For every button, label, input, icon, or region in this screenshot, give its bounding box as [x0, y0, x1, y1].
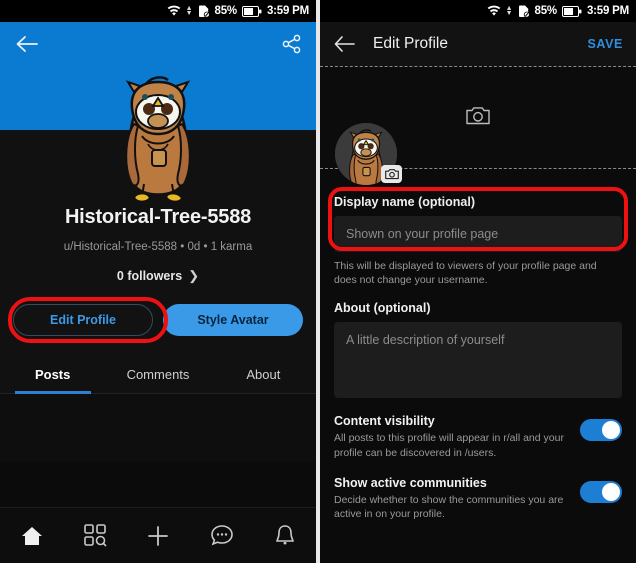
- bottom-navigation: [0, 507, 316, 563]
- show-active-communities-desc: Decide whether to show the communities y…: [334, 493, 564, 520]
- profile-meta: u/Historical-Tree-5588 • 0d • 1 karma: [63, 241, 253, 253]
- avatar-owl-illustration: [125, 76, 191, 203]
- save-button[interactable]: SAVE: [587, 37, 623, 51]
- notifications-bell-icon[interactable]: [274, 524, 296, 548]
- display-name-label: Display name (optional): [334, 195, 475, 209]
- profile-banner: [0, 22, 316, 203]
- tab-comments[interactable]: Comments: [105, 358, 210, 393]
- home-icon[interactable]: [20, 525, 44, 547]
- edit-profile-header: Edit Profile SAVE: [320, 22, 636, 66]
- back-arrow-icon[interactable]: [14, 34, 40, 54]
- style-avatar-button[interactable]: Style Avatar: [163, 304, 303, 336]
- page-title: Historical-Tree-5588: [64, 206, 252, 228]
- avatar[interactable]: [98, 64, 218, 209]
- status-bar-right: ▲ ▼ 85% 3:59 PM: [320, 0, 636, 22]
- display-name-input[interactable]: Shown on your profile page: [334, 216, 622, 252]
- wifi-icon: [167, 5, 181, 17]
- content-visibility-toggle[interactable]: [580, 419, 622, 442]
- page-title: Edit Profile: [373, 35, 448, 52]
- left-phone-screen: ▲ ▼ 85% 3:59 PM Historical-Tree-5588 u/H…: [0, 0, 316, 563]
- battery-icon: [241, 5, 262, 17]
- tab-about[interactable]: About: [211, 358, 316, 393]
- chevron-right-icon: ❯: [188, 268, 200, 283]
- sd-card-off-icon: [518, 5, 530, 18]
- right-phone-screen: ▲ ▼ 85% 3:59 PM Edit Profile SAVE Displa…: [320, 0, 636, 563]
- camera-icon[interactable]: [466, 105, 490, 131]
- clock-label: 3:59 PM: [266, 5, 309, 17]
- profile-action-buttons: Edit Profile Style Avatar: [0, 297, 316, 343]
- setting-show-active-communities: Show active communities Decide whether t…: [320, 476, 636, 521]
- status-bar-left: ▲ ▼ 85% 3:59 PM: [0, 0, 316, 22]
- content-visibility-title: Content visibility: [334, 414, 435, 429]
- show-active-communities-title: Show active communities: [334, 475, 487, 490]
- discover-icon[interactable]: [83, 524, 107, 547]
- banner-upload-area[interactable]: [320, 66, 636, 185]
- display-name-hint: This will be displayed to viewers of you…: [334, 260, 597, 287]
- feed-empty-area: [0, 394, 316, 462]
- dual-screenshot-stage: ▲ ▼ 85% 3:59 PM Historical-Tree-5588 u/H…: [0, 0, 636, 563]
- sd-card-off-icon: [198, 5, 210, 18]
- data-transfer-icon: ▲ ▼: [185, 5, 193, 17]
- battery-percent-label: 85%: [214, 5, 238, 17]
- tab-posts[interactable]: Posts: [0, 358, 105, 394]
- edit-profile-button[interactable]: Edit Profile: [13, 304, 153, 336]
- wifi-icon: [487, 5, 501, 17]
- clock-label: 3:59 PM: [586, 5, 629, 17]
- chat-icon[interactable]: [210, 524, 234, 547]
- show-active-communities-toggle[interactable]: [580, 480, 622, 503]
- setting-content-visibility: Content visibility All posts to this pro…: [320, 414, 636, 459]
- create-post-icon[interactable]: [146, 524, 170, 548]
- profile-tabs: Posts Comments About: [0, 358, 316, 394]
- share-icon[interactable]: [282, 34, 302, 54]
- edit-profile-form: Display name (optional) Shown on your pr…: [320, 169, 636, 399]
- content-visibility-desc: All posts to this profile will appear in…: [334, 432, 564, 459]
- about-input[interactable]: A little description of yourself: [334, 322, 622, 399]
- battery-percent-label: 85%: [534, 5, 558, 17]
- followers-label: 0 followers: [116, 269, 183, 283]
- about-label: About (optional): [334, 301, 431, 316]
- back-arrow-icon[interactable]: [333, 35, 357, 53]
- followers-link[interactable]: 0 followers ❯: [0, 268, 316, 284]
- battery-icon: [561, 5, 582, 17]
- data-transfer-icon: ▲ ▼: [505, 5, 513, 17]
